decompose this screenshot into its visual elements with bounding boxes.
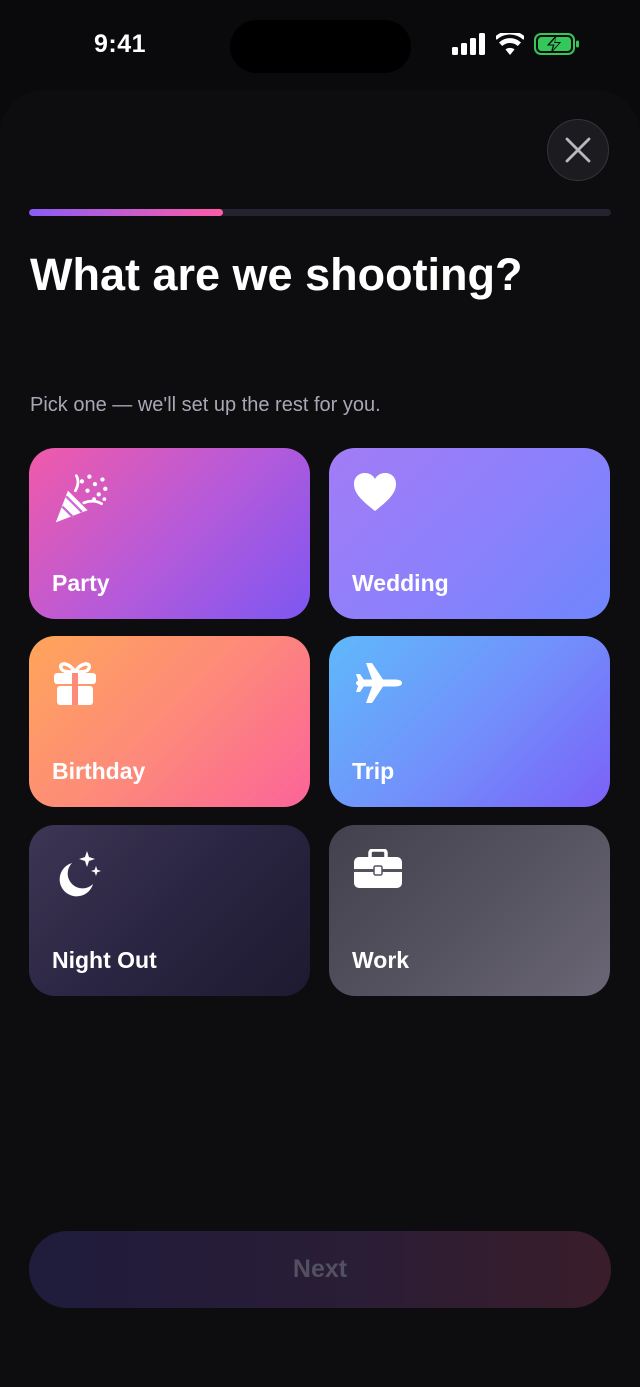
- category-label: Work: [352, 947, 410, 973]
- category-card-party[interactable]: Party: [29, 448, 310, 619]
- category-card-trip[interactable]: Trip: [329, 636, 610, 807]
- category-label: Birthday: [52, 758, 146, 784]
- status-time: 9:41: [94, 30, 147, 58]
- progress-fill: [29, 209, 223, 216]
- category-card-wedding[interactable]: Wedding: [329, 448, 610, 619]
- airplane-icon: [353, 660, 409, 716]
- heart-icon: [353, 472, 409, 528]
- status-icons: [452, 33, 580, 55]
- battery-charging-icon: [534, 33, 579, 55]
- category-label: Trip: [352, 758, 395, 784]
- page-title: What are we shooting?: [30, 249, 523, 300]
- cellular-signal-icon: [452, 33, 485, 55]
- moon-stars-icon: [53, 849, 109, 905]
- status-bar: 9:41: [0, 0, 640, 94]
- close-icon: [565, 137, 591, 163]
- category-card-birthday[interactable]: Birthday: [29, 636, 310, 807]
- briefcase-icon: [353, 849, 409, 905]
- category-label: Night Out: [52, 947, 157, 973]
- page-subtitle: Pick one — we'll set up the rest for you…: [30, 394, 381, 416]
- progress-bar: [29, 209, 611, 216]
- category-card-night-out[interactable]: Night Out: [29, 825, 310, 996]
- party-popper-icon: [53, 472, 109, 528]
- dynamic-island: [230, 20, 411, 73]
- wifi-icon: [496, 33, 524, 55]
- category-label: Party: [52, 570, 110, 596]
- close-button[interactable]: [547, 119, 609, 181]
- gift-icon: [53, 660, 109, 716]
- category-card-work[interactable]: Work: [329, 825, 610, 996]
- category-label: Wedding: [352, 570, 449, 596]
- next-button[interactable]: Next: [29, 1231, 611, 1308]
